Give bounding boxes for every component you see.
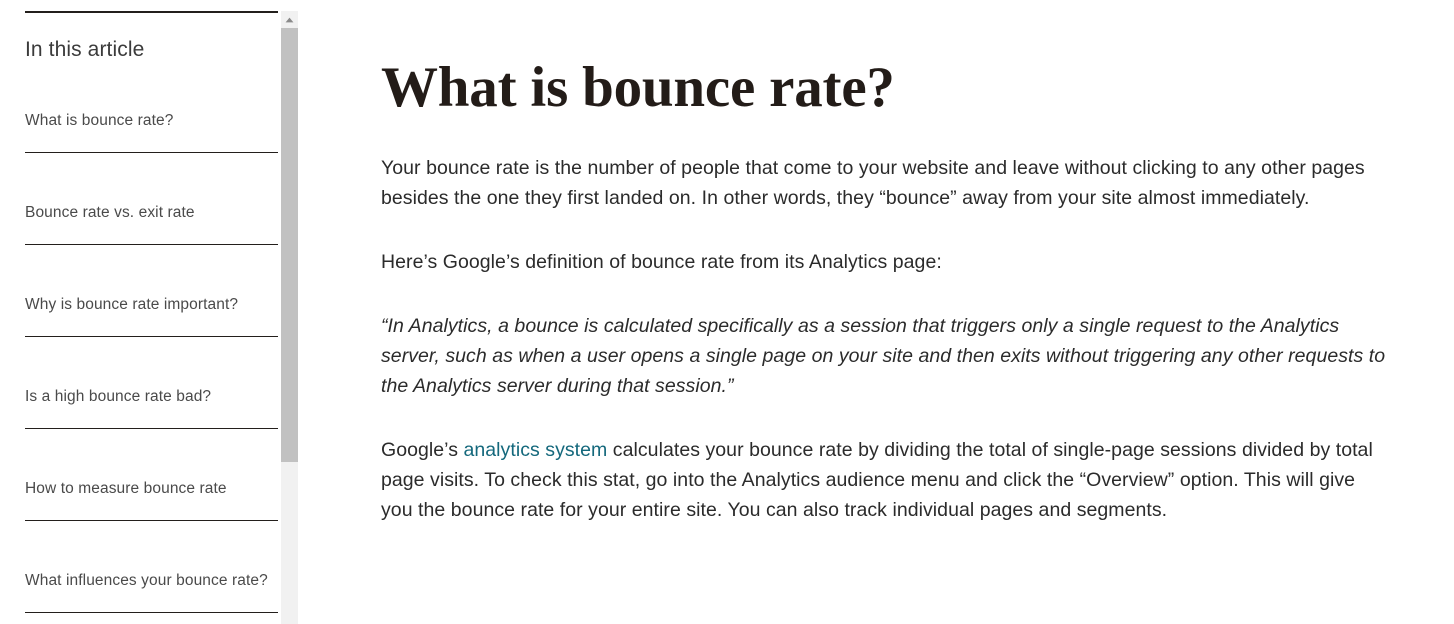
toc-item-how-to-measure-bounce-rate[interactable]: How to measure bounce rate [25,475,278,521]
sidebar-scrollbar[interactable] [281,11,298,624]
toc-link-label[interactable]: Bounce rate vs. exit rate [25,199,278,226]
page-title: What is bounce rate? [381,56,895,119]
triangle-up-icon [285,17,294,23]
toc-item-why-is-bounce-rate-important[interactable]: Why is bounce rate important? [25,291,278,337]
paragraph-google-quote: “In Analytics, a bounce is calculated sp… [381,315,1386,397]
scrollbar-thumb[interactable] [281,28,298,462]
article-page: In this article What is bounce rate? Bou… [0,0,1454,624]
table-of-contents-sidebar: In this article What is bounce rate? Bou… [0,0,300,624]
toc-link-label[interactable]: Why is bounce rate important? [25,291,278,318]
toc-item-is-a-high-bounce-rate-bad[interactable]: Is a high bounce rate bad? [25,383,278,429]
toc-list: What is bounce rate? Bounce rate vs. exi… [25,107,278,624]
toc-link-label[interactable]: What influences your bounce rate? [25,567,278,594]
toc-content: In this article What is bounce rate? Bou… [0,0,281,624]
analytics-system-link[interactable]: analytics system [463,439,607,461]
toc-item-what-influences-your-bounce-rate[interactable]: What influences your bounce rate? [25,567,278,613]
toc-item-bounce-rate-vs-exit-rate[interactable]: Bounce rate vs. exit rate [25,199,278,245]
toc-link-label[interactable]: What is bounce rate? [25,107,278,134]
paragraph-lead-in: Here’s Google’s definition of bounce rat… [381,251,942,273]
toc-heading: In this article [25,38,145,61]
article-main: What is bounce rate? Your bounce rate is… [300,0,1454,624]
toc-top-divider [25,11,278,13]
paragraph-intro: Your bounce rate is the number of people… [381,157,1365,209]
scroll-up-button[interactable] [281,11,298,28]
toc-item-what-is-bounce-rate[interactable]: What is bounce rate? [25,107,278,153]
toc-link-label[interactable]: How to measure bounce rate [25,475,278,502]
article-body: What is bounce rate? Your bounce rate is… [381,57,1391,525]
closing-text-before-link: Google’s [381,439,464,461]
toc-link-label[interactable]: Is a high bounce rate bad? [25,383,278,410]
paragraph-closing: Google’s analytics system calculates you… [381,435,1391,525]
